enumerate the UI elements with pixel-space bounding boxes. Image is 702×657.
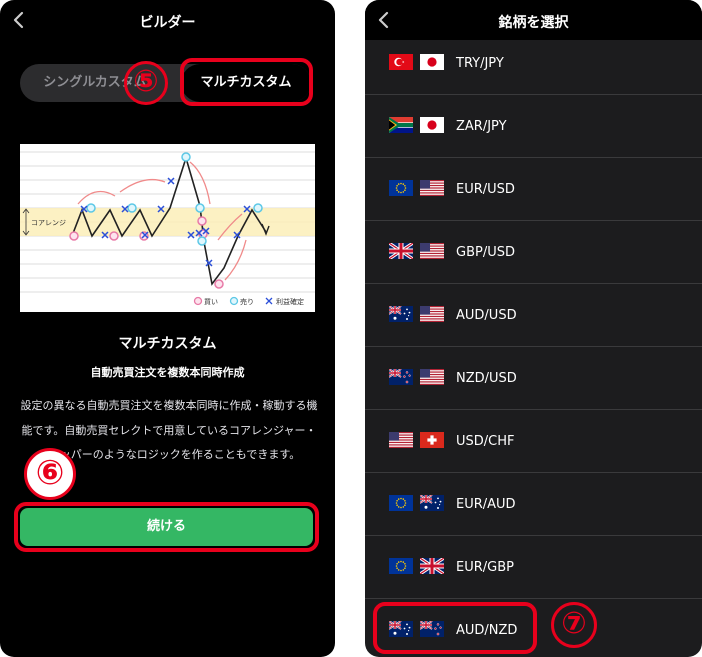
currency-pair-row[interactable]: ZAR/JPY xyxy=(365,95,702,158)
currency-pair-label: GBP/USD xyxy=(456,245,515,260)
page-title: ビルダー xyxy=(139,15,196,31)
annotation-seven: ⑦ xyxy=(551,602,597,648)
japan-flag-icon xyxy=(420,117,444,133)
currency-pair-row[interactable]: EUR/AUD xyxy=(365,473,702,536)
page-title: 銘柄を選択 xyxy=(498,15,569,31)
australia-flag-icon xyxy=(389,306,413,322)
legend-sell: 売り xyxy=(240,297,254,306)
uk-flag-icon xyxy=(389,243,413,259)
currency-pair-row[interactable]: EUR/GBP xyxy=(365,536,702,599)
take-profit-legend-icon xyxy=(265,297,273,305)
sell-legend-icon xyxy=(229,296,239,306)
legend-take-profit: 利益確定 xyxy=(276,297,304,306)
currency-pair-label: AUD/USD xyxy=(456,308,517,323)
highlight-box-aud-nzd xyxy=(373,602,537,654)
currency-pair-label: EUR/GBP xyxy=(456,560,514,575)
buy-legend-icon xyxy=(193,296,203,306)
currency-pair-row[interactable]: EUR/USD xyxy=(365,158,702,221)
us-flag-icon xyxy=(420,180,444,196)
us-flag-icon xyxy=(420,243,444,259)
currency-pair-label: USD/CHF xyxy=(456,434,515,449)
legend-buy: 買い xyxy=(204,298,218,306)
annotation-six: ⑥ xyxy=(24,448,76,500)
currency-pair-row[interactable]: GBP/USD xyxy=(365,221,702,284)
uk-flag-icon xyxy=(420,558,444,574)
currency-pair-row[interactable]: AUD/USD xyxy=(365,284,702,347)
us-flag-icon xyxy=(389,432,413,448)
currency-pair-row[interactable]: NZD/USD xyxy=(365,347,702,410)
eu-flag-icon xyxy=(389,180,413,196)
new-zealand-flag-icon xyxy=(389,369,413,385)
currency-pair-row[interactable]: USD/CHF xyxy=(365,410,702,473)
symbol-select-screen: 銘柄を選択 TRY/JPY ZAR/JPY EUR/USD GBP/USD AUD/US… xyxy=(365,0,702,657)
multi-custom-diagram: コアレンジ 買い 売り 利益確定 xyxy=(20,144,315,312)
currency-pair-label: ZAR/JPY xyxy=(456,119,507,134)
strategy-chart: コアレンジ 買い 売り 利益確定 xyxy=(20,151,315,306)
currency-pair-row[interactable]: TRY/JPY xyxy=(365,32,702,95)
currency-pair-label: EUR/USD xyxy=(456,182,515,197)
us-flag-icon xyxy=(420,306,444,322)
japan-flag-icon xyxy=(420,54,444,70)
feature-subtitle: 自動売買注文を複数本同時作成 xyxy=(90,366,245,379)
feature-title: マルチカスタム xyxy=(118,336,217,352)
highlight-box-continue xyxy=(14,502,319,552)
switzerland-flag-icon xyxy=(420,432,444,448)
currency-pair-label: TRY/JPY xyxy=(456,56,504,71)
currency-pair-label: NZD/USD xyxy=(456,371,517,386)
us-flag-icon xyxy=(420,369,444,385)
south-africa-flag-icon xyxy=(389,117,413,133)
turkey-flag-icon xyxy=(389,54,413,70)
highlight-box-multi xyxy=(180,58,313,106)
currency-pair-label: EUR/AUD xyxy=(456,497,516,512)
header: ビルダー xyxy=(0,0,335,42)
builder-screen: ビルダー シングルカスタム マルチカスタム ⑤ コアレンジ 買い 売り 利益確定… xyxy=(0,0,335,657)
core-range-label: コアレンジ xyxy=(31,219,66,227)
eu-flag-icon xyxy=(389,558,413,574)
annotation-five: ⑤ xyxy=(124,61,168,105)
eu-flag-icon xyxy=(389,495,413,511)
australia-flag-icon xyxy=(420,495,444,511)
